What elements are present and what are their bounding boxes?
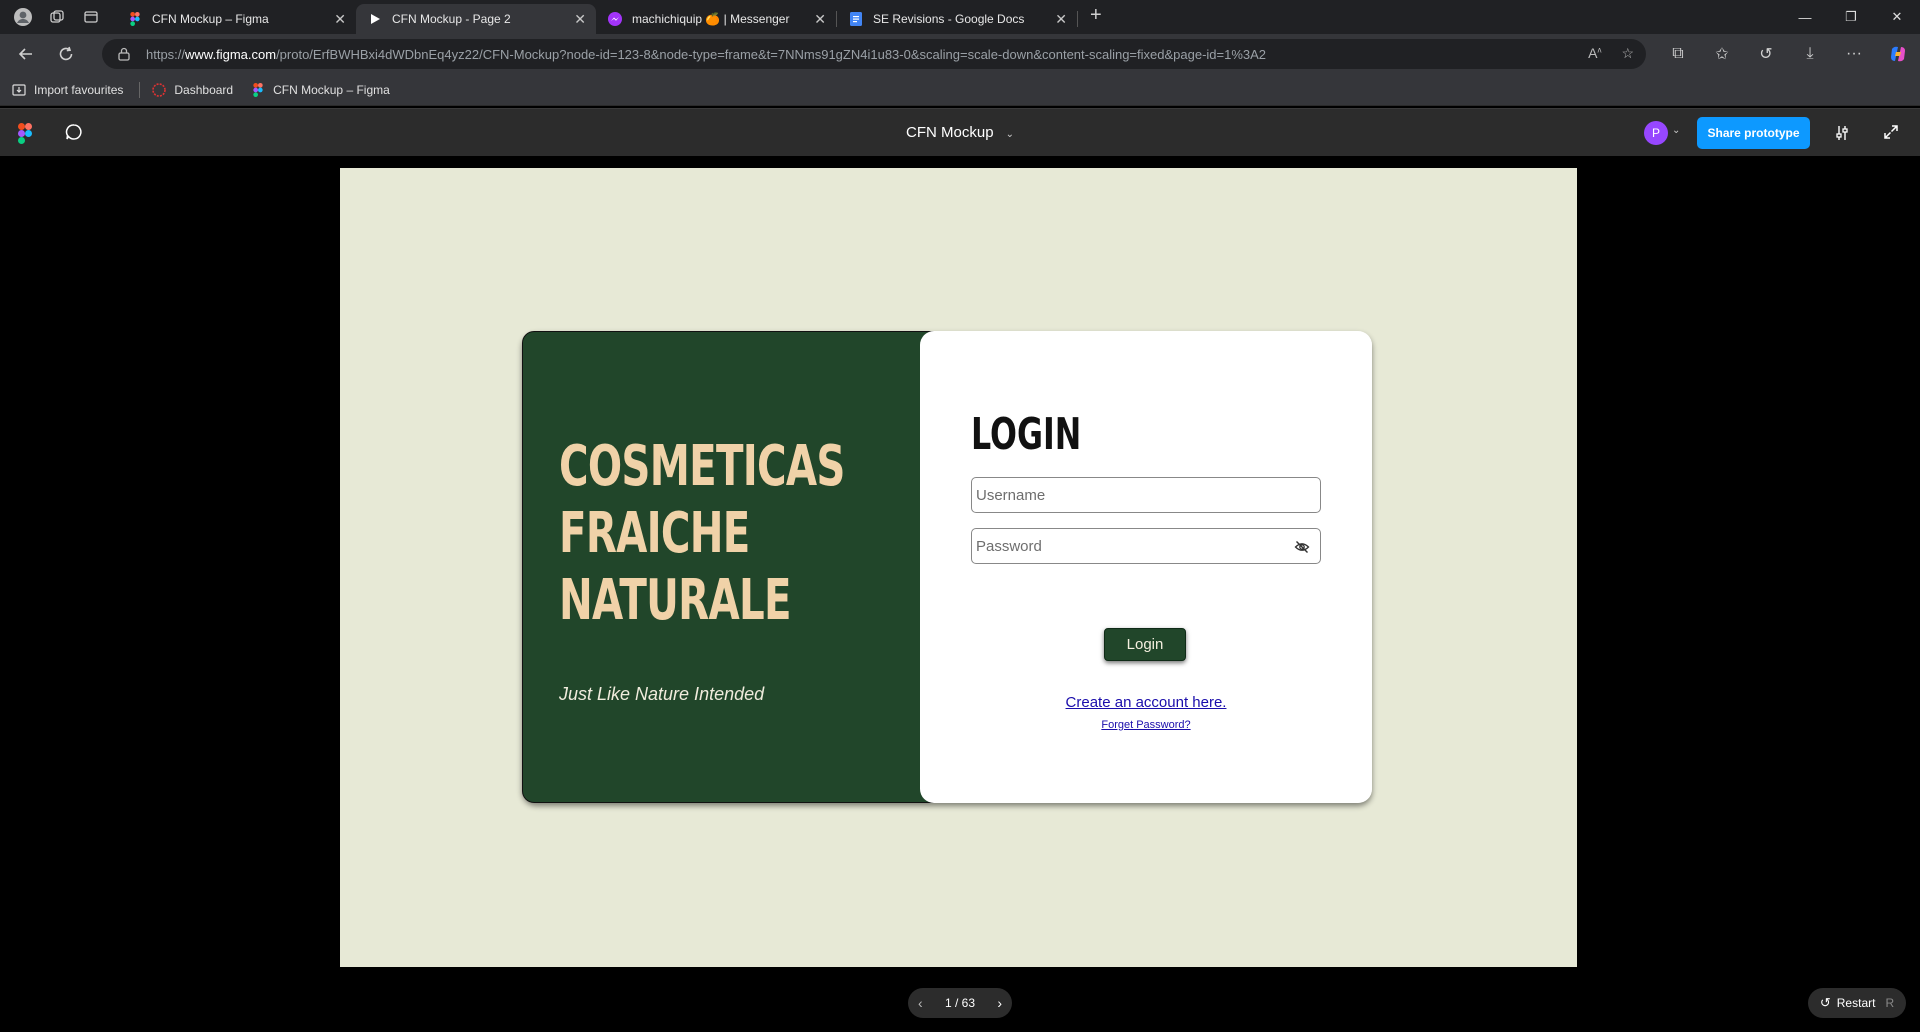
prototype-frame: COSMETICAS FRAICHE NATURALE Just Like Na… — [340, 168, 1577, 967]
google-docs-icon — [849, 12, 863, 26]
chevron-down-icon[interactable]: ⌄ — [1672, 125, 1680, 136]
browser-tab-bar: CFN Mockup – Figma ✕ CFN Mockup - Page 2… — [0, 0, 1920, 34]
page-indicator: 1 / 63 — [944, 996, 976, 1010]
workspaces-icon[interactable] — [46, 6, 68, 28]
figma-icon — [128, 12, 142, 26]
url-domain: www.figma.com — [185, 46, 277, 62]
fullscreen-expand-icon[interactable] — [1882, 123, 1900, 141]
brand-panel: COSMETICAS FRAICHE NATURALE Just Like Na… — [522, 331, 942, 803]
page-navigator: ‹ 1 / 63 › — [908, 988, 1012, 1018]
minimize-icon[interactable]: — — [1782, 0, 1828, 34]
close-tab-icon[interactable]: ✕ — [814, 11, 826, 28]
url-bar[interactable]: https://www.figma.com/proto/ErfBWHBxi4dW… — [102, 39, 1646, 69]
import-icon — [12, 83, 26, 97]
password-field[interactable] — [971, 528, 1321, 564]
prototype-viewer: COSMETICAS FRAICHE NATURALE Just Like Na… — [0, 156, 1920, 1032]
browser-tab[interactable]: CFN Mockup – Figma ✕ — [116, 4, 356, 34]
restart-button[interactable]: ↺ Restart R — [1808, 988, 1906, 1018]
brand-name-line-3: NATURALE — [559, 568, 792, 633]
bookmark-cfn-mockup[interactable]: CFN Mockup – Figma — [251, 82, 390, 97]
username-field[interactable] — [971, 477, 1321, 513]
reload-icon[interactable] — [52, 40, 80, 68]
restore-icon[interactable]: ❐ — [1828, 0, 1874, 34]
username-input[interactable] — [976, 478, 1320, 512]
copilot-icon[interactable] — [1876, 44, 1920, 64]
login-card: COSMETICAS FRAICHE NATURALE Just Like Na… — [522, 331, 1372, 803]
lock-icon[interactable] — [118, 47, 132, 61]
close-tab-icon[interactable]: ✕ — [574, 11, 586, 28]
back-icon[interactable] — [12, 40, 40, 68]
chevron-right-icon[interactable]: › — [997, 995, 1002, 1011]
bookmark-divider — [139, 81, 141, 98]
messenger-icon — [608, 12, 622, 26]
restart-shortcut: R — [1885, 996, 1895, 1010]
figma-toolbar: CFN Mockup ⌄ P ⌄ Share prototype — [0, 108, 1920, 156]
tab-title: CFN Mockup – Figma — [152, 12, 269, 26]
url-scheme: https:// — [146, 46, 186, 62]
read-aloud-icon[interactable]: Aʌ — [1588, 45, 1601, 62]
create-account-link[interactable]: Create an account here. — [920, 694, 1372, 711]
file-title[interactable]: CFN Mockup ⌄ — [0, 124, 1920, 141]
tab-divider — [1077, 11, 1078, 27]
history-icon[interactable]: ↺ — [1744, 44, 1788, 64]
window-controls: — ❐ ✕ — [1782, 0, 1920, 34]
chevron-left-icon[interactable]: ‹ — [918, 995, 923, 1011]
brand-tagline: Just Like Nature Intended — [559, 684, 765, 704]
close-tab-icon[interactable]: ✕ — [1055, 11, 1067, 28]
bookmark-dashboard[interactable]: Dashboard — [152, 83, 233, 97]
new-tab-icon[interactable]: + — [1090, 4, 1102, 27]
address-bar-row: https://www.figma.com/proto/ErfBWHBxi4dW… — [0, 34, 1920, 74]
profile-icon[interactable] — [12, 6, 34, 28]
extensions-icon[interactable]: ⧉ — [1656, 45, 1700, 63]
tab-title: SE Revisions - Google Docs — [873, 12, 1025, 26]
figma-icon — [251, 82, 265, 97]
login-title: LOGIN — [971, 409, 1082, 460]
bookmark-label: CFN Mockup – Figma — [273, 82, 390, 97]
brand-name-line-2: FRAICHE — [559, 501, 750, 566]
bookmark-label: Dashboard — [174, 82, 234, 97]
file-title-text: CFN Mockup — [906, 124, 994, 141]
password-input[interactable] — [976, 529, 1320, 563]
settings-sliders-icon[interactable] — [1832, 123, 1852, 143]
browser-tab[interactable]: machichiquip 🍊 | Messenger ✕ — [596, 4, 836, 34]
share-prototype-button[interactable]: Share prototype — [1697, 117, 1810, 149]
eye-off-icon[interactable] — [1294, 539, 1310, 555]
close-window-icon[interactable]: ✕ — [1874, 0, 1920, 34]
play-icon — [368, 12, 382, 26]
avatar[interactable]: P — [1644, 121, 1668, 145]
tab-actions-icon[interactable] — [80, 6, 102, 28]
browser-tab-active[interactable]: CFN Mockup - Page 2 ✕ — [356, 4, 596, 34]
forgot-password-link[interactable]: Forget Password? — [920, 719, 1372, 731]
bookmark-import-favourites[interactable]: Import favourites — [12, 83, 123, 97]
tab-title: CFN Mockup - Page 2 — [392, 12, 511, 26]
dashboard-icon — [152, 82, 167, 97]
url-path: /proto/ErfBWHBxi4dWDbnEq4yz22/CFN-Mockup… — [276, 46, 1267, 62]
favorites-icon[interactable]: ✩ — [1700, 44, 1744, 64]
browser-tab[interactable]: SE Revisions - Google Docs ✕ — [837, 4, 1077, 34]
restart-label: Restart — [1836, 996, 1876, 1010]
url-text: https://www.figma.com/proto/ErfBWHBxi4dW… — [146, 47, 1586, 62]
tab-title: machichiquip 🍊 | Messenger — [632, 12, 790, 26]
brand-name-line-1: COSMETICAS — [559, 434, 845, 499]
login-panel: LOGIN Login Create an account here. Forg… — [920, 331, 1372, 803]
more-menu-icon[interactable]: ··· — [1832, 45, 1876, 63]
login-button[interactable]: Login — [1104, 628, 1186, 661]
close-tab-icon[interactable]: ✕ — [334, 11, 346, 28]
favorite-star-icon[interactable]: ☆ — [1621, 45, 1634, 62]
chevron-down-icon: ⌄ — [1005, 129, 1014, 140]
restart-icon: ↺ — [1819, 995, 1831, 1010]
bookmarks-bar: Import favourites Dashboard CFN Mockup –… — [0, 74, 1920, 106]
bookmark-label: Import favourites — [34, 82, 124, 97]
downloads-icon[interactable]: ⤓ — [1788, 45, 1832, 63]
